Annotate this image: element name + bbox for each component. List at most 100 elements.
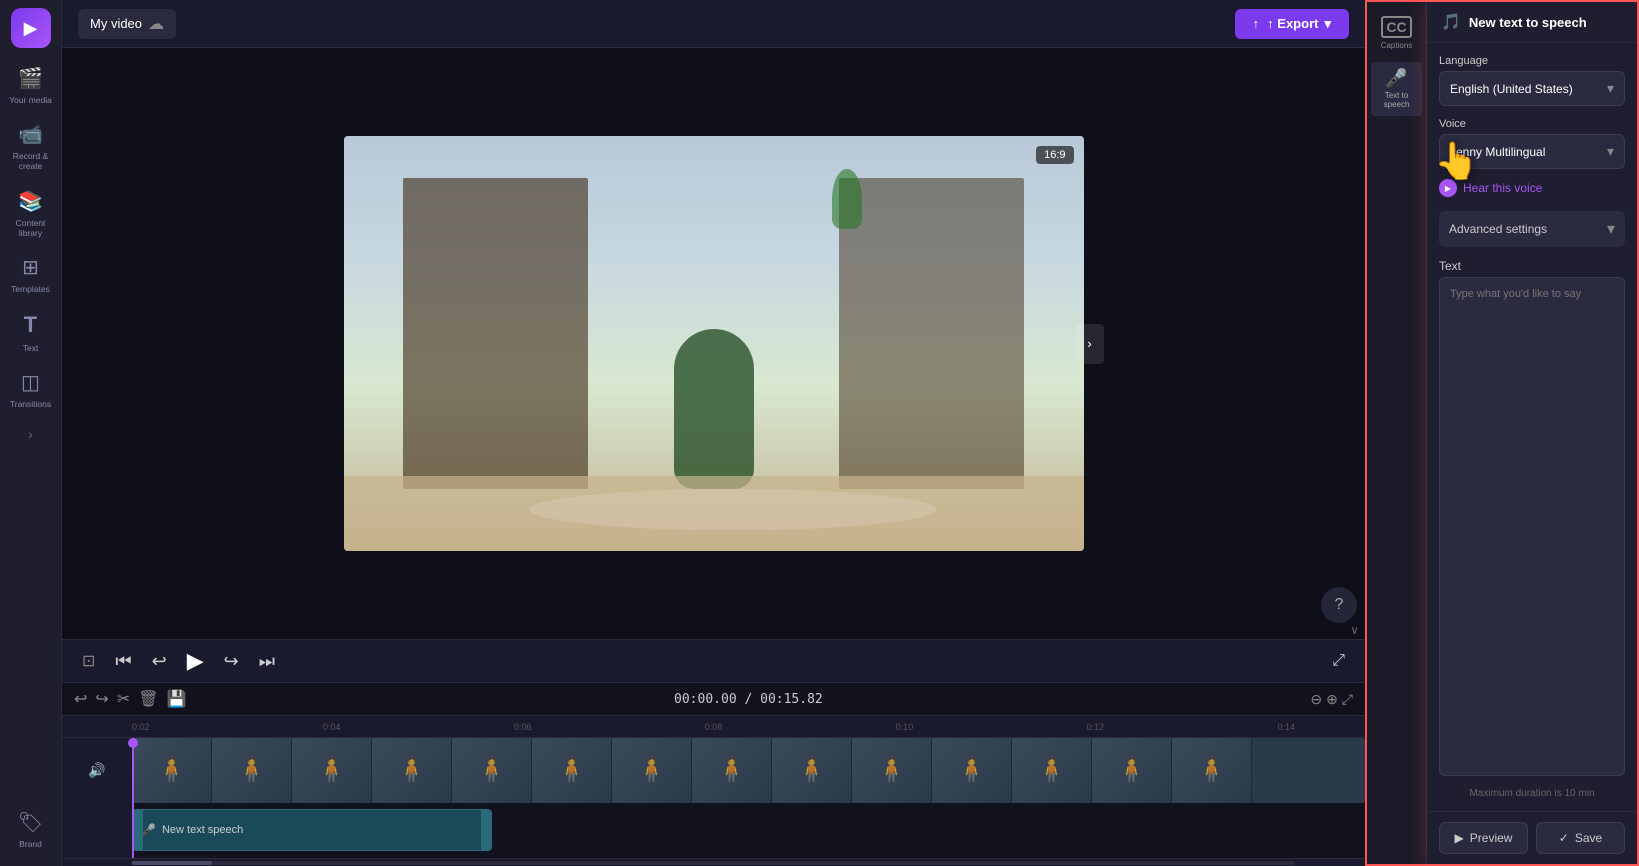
templates-icon: ⊞ (22, 256, 39, 280)
audio-track: 🎤 New text speech (62, 803, 1365, 858)
tab-captions[interactable]: CC Captions (1375, 10, 1419, 56)
tts-footer: ▶ Preview ✓ Save (1427, 811, 1637, 864)
thumb-8: 🧍 (692, 738, 772, 803)
save-button[interactable]: 💾 (167, 689, 187, 709)
clip-left-handle[interactable] (133, 810, 143, 850)
thumb-person-icon: 🧍 (1117, 756, 1147, 785)
cut-button[interactable]: ✂ (117, 689, 130, 709)
help-button[interactable]: ? (1321, 587, 1357, 623)
fullscreen-button[interactable]: ⤢ (1332, 652, 1345, 670)
media-icon: 🎬 (18, 67, 43, 91)
preview-icon: ▶ (1455, 831, 1464, 845)
timeline: ↩ ↪ ✂ 🗑 💾 00:00.00 / 00:15.82 ⊖ ⊕ ⤢ 0:02… (62, 682, 1365, 866)
export-button[interactable]: ↑ ↑ Export ▾ (1235, 9, 1349, 39)
hear-voice-play-icon: ▶ (1439, 179, 1457, 197)
delete-button[interactable]: 🗑 (138, 689, 158, 709)
zoom-out-button[interactable]: ⊖ (1310, 691, 1322, 708)
tab-text-to-speech[interactable]: 🎤 Text to speech (1371, 62, 1422, 116)
sidebar-item-transitions[interactable]: ◫ Transitions (0, 363, 62, 417)
panel-tabs: CC Captions 🎤 Text to speech (1367, 2, 1427, 864)
skip-forward-button[interactable]: ⏭ (259, 651, 275, 672)
forward-button[interactable]: ↪ (224, 651, 239, 672)
timeline-scrollbar[interactable] (62, 858, 1365, 866)
thumb-person-icon: 🧍 (317, 756, 347, 785)
video-track-audio-icon: 🔊 (88, 762, 105, 779)
video-frame (344, 136, 1084, 551)
sidebar-expand-btn[interactable]: › (20, 418, 41, 450)
transitions-icon: ◫ (21, 371, 40, 395)
hear-voice-button[interactable]: ▶ Hear this voice (1439, 177, 1542, 199)
thumb-person-icon: 🧍 (877, 756, 907, 785)
app-logo[interactable]: ▶ (11, 8, 51, 48)
voice-chevron-icon: ▾ (1607, 143, 1614, 160)
thumb-person-icon: 🧍 (1197, 756, 1227, 785)
advanced-settings-section[interactable]: Advanced settings ▾ (1439, 211, 1625, 247)
thumb-person-icon: 🧍 (557, 756, 587, 785)
thumb-4: 🧍 (372, 738, 452, 803)
video-area: 16:9 › ? ∨ (62, 48, 1365, 639)
text-input[interactable] (1439, 277, 1625, 776)
thumb-3: 🧍 (292, 738, 372, 803)
undo-button[interactable]: ↩ (74, 689, 87, 709)
project-name[interactable]: My video ☁ (78, 9, 176, 39)
preview-button[interactable]: ▶ Preview (1439, 822, 1528, 854)
topbar-left: My video ☁ (78, 9, 176, 39)
thumb-2: 🧍 (212, 738, 292, 803)
thumb-person-icon: 🧍 (1037, 756, 1067, 785)
scrollbar-thumb[interactable] (132, 861, 212, 865)
tts-title: New text to speech (1469, 15, 1587, 30)
nav-arrow-right-button[interactable]: › (1076, 324, 1104, 364)
thumb-13: 🧍 (1092, 738, 1172, 803)
sidebar-item-templates[interactable]: ⊞ Templates (0, 248, 62, 302)
main-content: My video ☁ ↑ ↑ Export ▾ (62, 0, 1365, 866)
sidebar-item-your-media[interactable]: 🎬 Your media (0, 59, 62, 113)
monitor-icon[interactable]: ⊡ (82, 651, 95, 671)
thumb-person-icon: 🧍 (717, 756, 747, 785)
language-select[interactable]: English (United States) ▾ (1439, 71, 1625, 106)
thumb-7: 🧍 (612, 738, 692, 803)
topbar: My video ☁ ↑ ↑ Export ▾ (62, 0, 1365, 48)
redo-button[interactable]: ↪ (95, 689, 108, 709)
zoom-controls: ⊖ ⊕ ⤢ (1310, 691, 1353, 708)
audio-track-head (62, 803, 132, 858)
text-section: Text (1439, 259, 1625, 776)
thumb-person-icon: 🧍 (957, 756, 987, 785)
sidebar-item-content-library[interactable]: 📚 Content library (0, 182, 62, 246)
export-chevron-icon: ▾ (1324, 16, 1331, 32)
save-icon: ✓ (1559, 831, 1569, 845)
thumb-10: 🧍 (852, 738, 932, 803)
audio-clip[interactable]: 🎤 New text speech (132, 809, 492, 851)
fit-button[interactable]: ⤢ (1342, 691, 1353, 708)
collapse-button[interactable]: ∨ (1344, 621, 1365, 639)
zoom-in-button[interactable]: ⊕ (1326, 691, 1338, 708)
rewind-button[interactable]: ↩ (152, 651, 167, 672)
save-tts-button[interactable]: ✓ Save (1536, 822, 1625, 854)
captions-icon: CC (1381, 16, 1411, 38)
thumb-person-icon: 🧍 (157, 756, 187, 785)
record-icon: 📹 (18, 123, 43, 147)
sidebar-item-brand[interactable]: 🏷 Brand (0, 803, 62, 857)
video-track-head: 🔊 (62, 738, 132, 803)
sidebar-item-record[interactable]: 📹 Record & create (0, 115, 62, 179)
thumb-person-icon: 🧍 (637, 756, 667, 785)
aspect-ratio-badge: 16:9 (1036, 146, 1073, 164)
language-section: Language English (United States) ▾ (1439, 55, 1625, 106)
skip-back-button[interactable]: ⏮ (115, 651, 131, 672)
right-panel-wrapper: CC Captions 🎤 Text to speech 🎵 New text … (1365, 0, 1639, 866)
sidebar: ▶ 🎬 Your media 📹 Record & create 📚 Conte… (0, 0, 62, 866)
time-display: 00:00.00 / 00:15.82 (194, 692, 1302, 707)
video-track: 🔊 🧍 🧍 🧍 🧍 🧍 🧍 🧍 🧍 🧍 🧍 🧍 🧍 🧍 (62, 738, 1365, 803)
voice-section: Voice Jenny Multilingual ▾ ▶ Hear this v… (1439, 118, 1625, 199)
clip-right-handle[interactable] (481, 810, 491, 850)
timeline-toolbar: ↩ ↪ ✂ 🗑 💾 00:00.00 / 00:15.82 ⊖ ⊕ ⤢ (62, 683, 1365, 716)
tts-tab-icon: 🎤 (1385, 68, 1407, 89)
video-thumbnails: 🧍 🧍 🧍 🧍 🧍 🧍 🧍 🧍 🧍 🧍 🧍 🧍 🧍 🧍 (132, 738, 1365, 803)
brand-icon: 🏷 (18, 811, 43, 835)
thumb-12: 🧍 (1012, 738, 1092, 803)
thumb-5: 🧍 (452, 738, 532, 803)
play-button[interactable]: ▶ (187, 648, 204, 674)
voice-select[interactable]: Jenny Multilingual ▾ (1439, 134, 1625, 169)
sidebar-item-text[interactable]: T Text (0, 304, 62, 361)
video-controls: ⊡ ⏮ ↩ ▶ ↪ ⏭ ⤢ (62, 639, 1365, 682)
language-label: Language (1439, 55, 1625, 67)
